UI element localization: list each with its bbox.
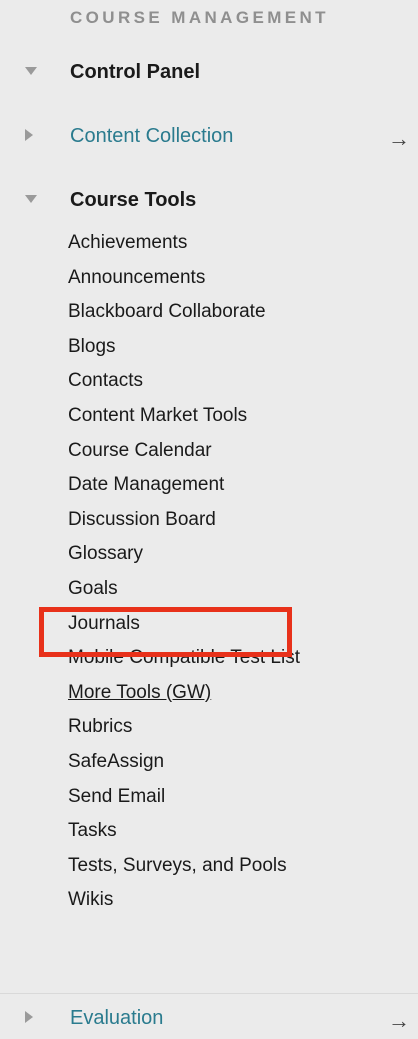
tool-blackboard-collaborate[interactable]: Blackboard Collaborate [68,295,300,330]
content-collection-link[interactable]: Content Collection [70,125,233,148]
tool-course-calendar[interactable]: Course Calendar [68,434,300,469]
course-management-panel: COURSE MANAGEMENT Control Panel Content … [0,0,418,1033]
divider [0,993,418,994]
content-collection-row[interactable]: Content Collection → [0,117,418,157]
course-tools-row[interactable]: Course Tools [0,181,418,221]
tool-wikis[interactable]: Wikis [68,883,300,918]
triangle-right-icon[interactable] [25,129,33,141]
section-title: COURSE MANAGEMENT [70,8,329,27]
tool-achievements[interactable]: Achievements [68,226,300,261]
tool-send-email[interactable]: Send Email [68,780,300,815]
tool-content-market-tools[interactable]: Content Market Tools [68,399,300,434]
tool-announcements[interactable]: Announcements [68,261,300,296]
control-panel-label[interactable]: Control Panel [70,61,200,84]
arrow-right-icon[interactable]: → [388,126,410,152]
tool-contacts[interactable]: Contacts [68,364,300,399]
tool-date-management[interactable]: Date Management [68,468,300,503]
course-tools-list: Achievements Announcements Blackboard Co… [68,226,300,918]
tool-blogs[interactable]: Blogs [68,330,300,365]
control-panel-row[interactable]: Control Panel [0,53,418,93]
tool-tests-surveys-pools[interactable]: Tests, Surveys, and Pools [68,849,300,884]
evaluation-link[interactable]: Evaluation [70,1007,163,1030]
triangle-down-icon[interactable] [25,67,37,75]
tool-safeassign[interactable]: SafeAssign [68,745,300,780]
tool-journals[interactable]: Journals [68,607,300,642]
tool-discussion-board[interactable]: Discussion Board [68,503,300,538]
tool-glossary[interactable]: Glossary [68,537,300,572]
course-tools-label[interactable]: Course Tools [70,189,196,212]
tool-goals[interactable]: Goals [68,572,300,607]
tool-mobile-compatible-test-list[interactable]: Mobile Compatible Test List [68,641,300,676]
tool-more-tools-gw[interactable]: More Tools (GW) [68,676,300,711]
triangle-right-icon[interactable] [25,1011,33,1023]
evaluation-row[interactable]: Evaluation → [0,999,418,1039]
triangle-down-icon[interactable] [25,195,37,203]
tool-tasks[interactable]: Tasks [68,814,300,849]
tool-rubrics[interactable]: Rubrics [68,710,300,745]
arrow-right-icon[interactable]: → [388,1008,410,1034]
